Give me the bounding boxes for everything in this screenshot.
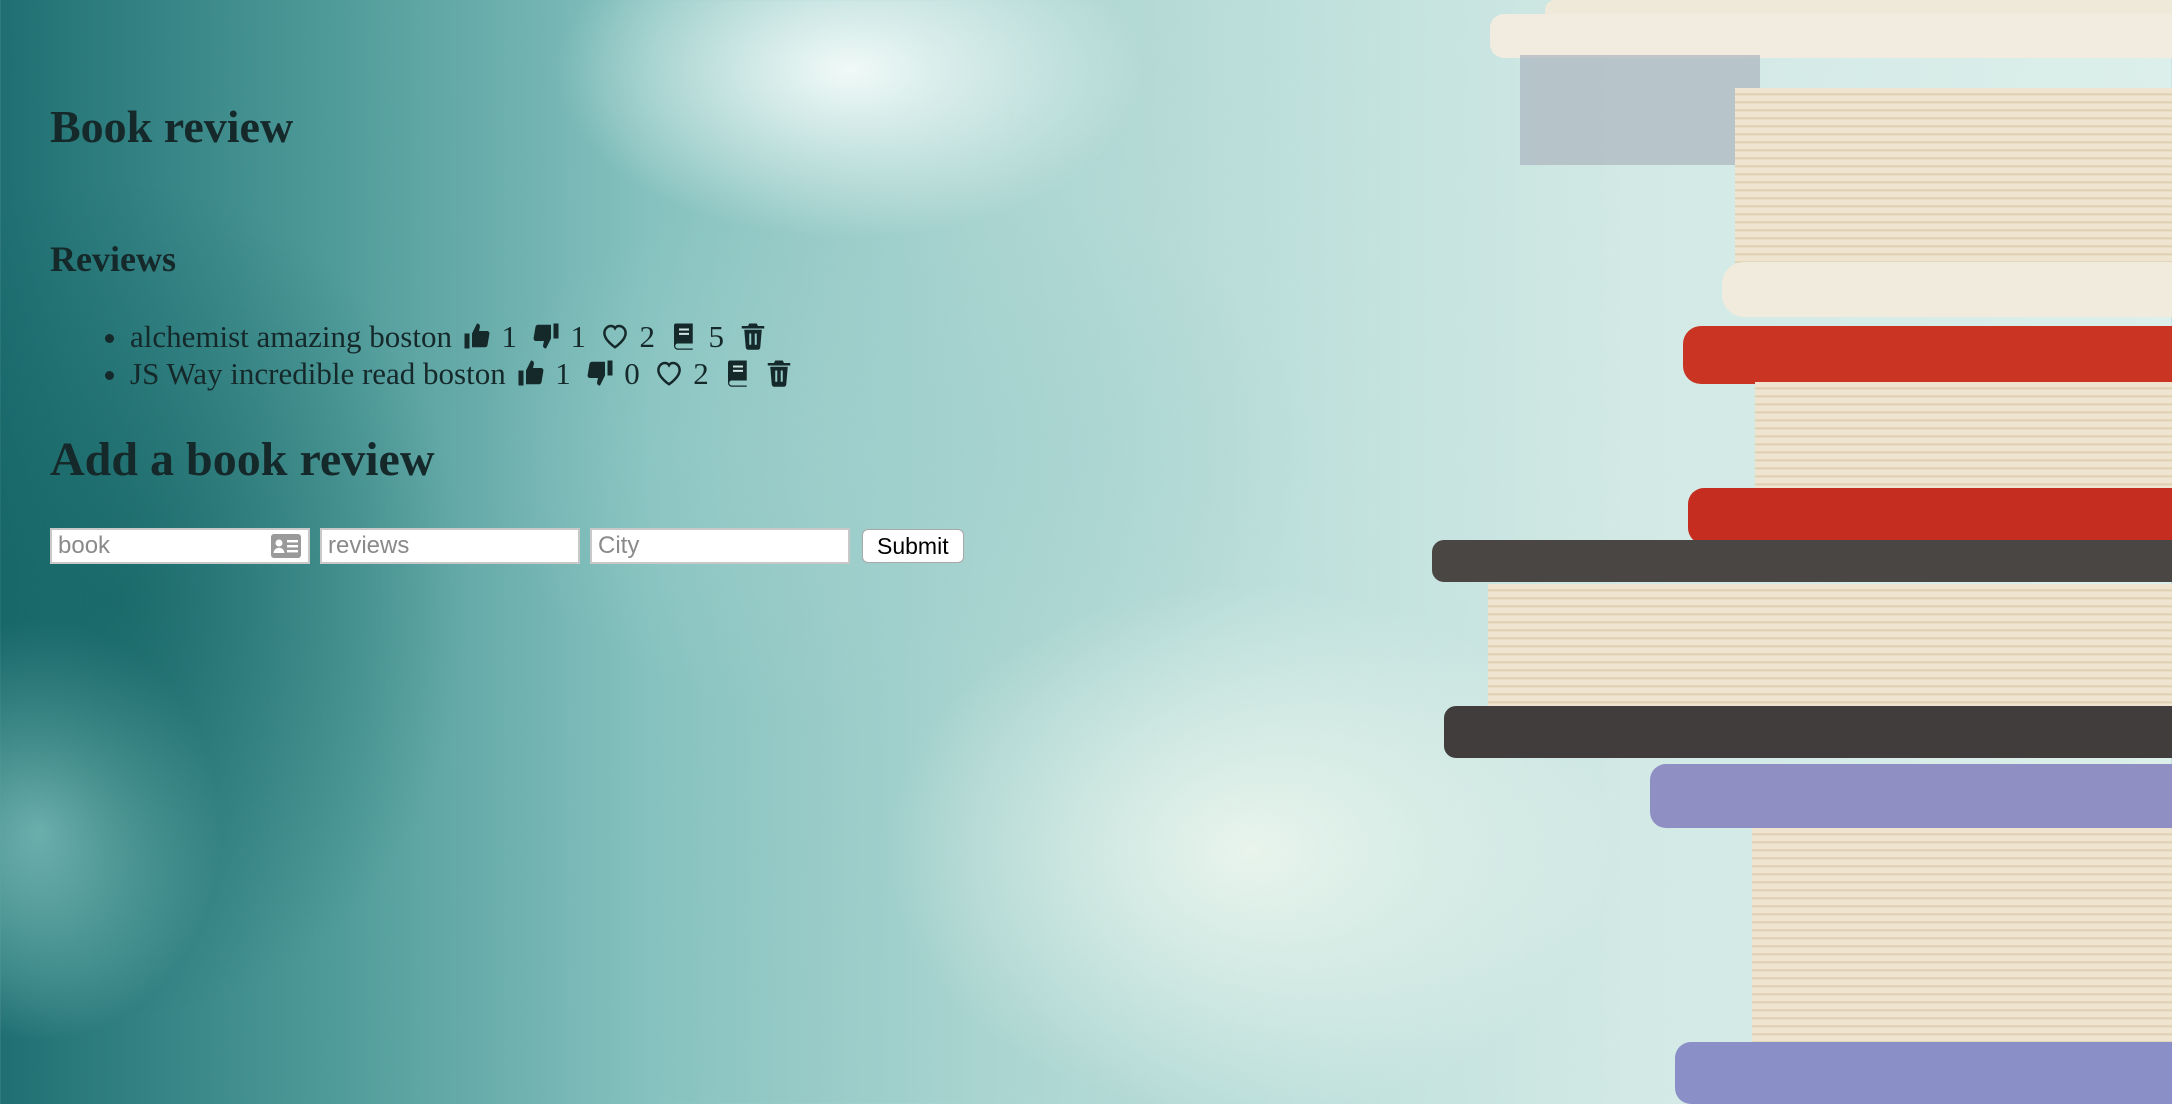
- review-text: JS Way incredible read boston: [130, 356, 506, 391]
- thumbs-down-icon[interactable]: [531, 321, 561, 351]
- city-input[interactable]: [590, 528, 850, 564]
- thumbs-down-icon[interactable]: [585, 358, 615, 388]
- review-text: alchemist amazing boston: [130, 319, 452, 354]
- thumbs-up-icon[interactable]: [516, 358, 546, 388]
- heart-count: 2: [693, 356, 709, 391]
- reviews-heading: Reviews: [50, 239, 176, 279]
- list-item: JS Way incredible read boston 1 0 2: [130, 355, 796, 392]
- list-item: alchemist amazing boston 1 1 2 5: [130, 318, 796, 355]
- book-icon[interactable]: [669, 321, 699, 351]
- heart-icon[interactable]: [654, 358, 684, 388]
- thumbs-up-icon[interactable]: [462, 321, 492, 351]
- reviews-input[interactable]: [320, 528, 580, 564]
- thumbs-down-count: 0: [624, 356, 640, 391]
- submit-button[interactable]: Submit: [862, 529, 964, 563]
- thumbs-up-count: 1: [555, 356, 571, 391]
- heart-count: 2: [639, 319, 655, 354]
- heart-icon[interactable]: [600, 321, 630, 351]
- review-list: alchemist amazing boston 1 1 2 5 JS Way …: [50, 318, 796, 392]
- book-count: 5: [708, 319, 724, 354]
- book-icon[interactable]: [723, 358, 753, 388]
- trash-icon[interactable]: [764, 358, 794, 388]
- contact-card-icon[interactable]: [270, 533, 302, 559]
- add-review-form: Submit: [50, 528, 964, 564]
- add-review-heading: Add a book review: [50, 433, 435, 486]
- thumbs-down-count: 1: [570, 319, 586, 354]
- trash-icon[interactable]: [738, 321, 768, 351]
- page-title: Book review: [50, 101, 294, 152]
- thumbs-up-count: 1: [501, 319, 517, 354]
- book-field-wrap: [50, 528, 310, 564]
